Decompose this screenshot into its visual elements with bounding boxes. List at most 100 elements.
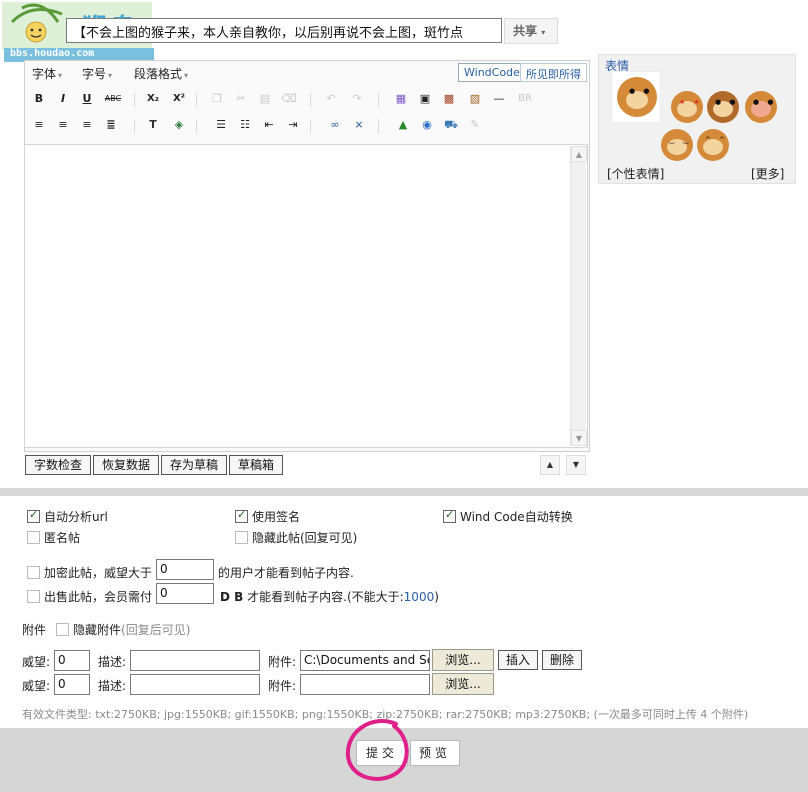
encrypt-option[interactable]: 加密此帖，威望大于 xyxy=(27,564,152,581)
redo-icon[interactable]: ↷ xyxy=(348,90,366,108)
bullet-list-icon[interactable]: ☷ xyxy=(236,116,254,134)
preview-button[interactable]: 预览 xyxy=(410,740,460,766)
undo-icon[interactable]: ↶ xyxy=(322,90,340,108)
paragraph-dropdown[interactable]: 段落格式 xyxy=(134,65,188,82)
toolbar-divider xyxy=(378,93,379,107)
auto-windcode-option[interactable]: Wind Code自动转换 xyxy=(443,508,573,525)
expand-up-icon[interactable]: ▲ xyxy=(540,455,560,475)
toolbar-divider xyxy=(196,93,197,107)
scroll-up-icon[interactable]: ▲ xyxy=(571,146,587,162)
checkbox[interactable] xyxy=(27,531,40,544)
insert-page-icon[interactable]: ▦ xyxy=(392,90,410,108)
custom-emoticons-link[interactable]: [个性表情] xyxy=(607,165,664,182)
insert-attachment-button[interactable]: 插入 xyxy=(498,650,538,670)
line-break-button[interactable]: BR xyxy=(514,90,536,108)
monkey-angry-emoticon[interactable]: ● ● xyxy=(745,91,777,123)
cart-icon[interactable]: ⛟ xyxy=(442,116,460,134)
restore-data-button[interactable]: 恢复数据 xyxy=(93,455,159,475)
toolbar-divider xyxy=(378,119,379,133)
attachment-description-input[interactable] xyxy=(130,674,260,695)
prestige-label: 威望: xyxy=(22,679,51,693)
save-draft-button[interactable]: 存为草稿 xyxy=(161,455,227,475)
justify-icon[interactable]: ≣ xyxy=(102,116,120,134)
use-signature-option[interactable]: 使用签名 xyxy=(235,508,300,525)
sell-option[interactable]: 出售此帖，会员需付 xyxy=(27,588,152,605)
expand-down-icon[interactable]: ▼ xyxy=(566,455,586,475)
toolbar-row-1: B I U ABC X₂ X² ❐ ✂ ▤ ⌫ ↶ ↷ ▦ ▣ ▩ ▧ — BR xyxy=(30,90,570,112)
align-right-icon[interactable]: ≡ xyxy=(78,116,96,134)
attachment-description-input[interactable] xyxy=(130,650,260,671)
toolbar-row-2: ≡ ≡ ≡ ≣ T ◈ ☰ ☷ ⇤ ⇥ ∞ ⨯ ▲ ◉ ⛟ ✎ xyxy=(30,116,570,138)
align-center-icon[interactable]: ≡ xyxy=(54,116,72,134)
highlight-circle-annotation xyxy=(345,718,409,781)
font-dropdown[interactable]: 字体 xyxy=(32,65,62,82)
align-left-icon[interactable]: ≡ xyxy=(30,116,48,134)
monkey-think-emoticon[interactable]: ‿ ‿ xyxy=(661,129,693,161)
document-icon[interactable]: ▣ xyxy=(416,90,434,108)
hide-post-option[interactable]: 隐藏此帖(回复可见) xyxy=(235,529,357,546)
editor-top-toolbar: 字体 字号 段落格式 WindCode 所见即所得 xyxy=(24,60,590,84)
text-color-icon[interactable]: T xyxy=(144,116,162,134)
share-button[interactable]: 共享 ▾ xyxy=(504,18,558,44)
link-icon[interactable]: ∞ xyxy=(326,116,344,134)
eraser-icon[interactable]: ⌫ xyxy=(280,90,298,108)
checkbox[interactable] xyxy=(27,590,40,603)
checkbox-checked[interactable] xyxy=(235,508,248,523)
draft-box-button[interactable]: 草稿箱 xyxy=(229,455,283,475)
attachment-file-input[interactable]: C:\Documents and Sett xyxy=(300,650,430,671)
tab-wysiwyg[interactable]: 所见即所得 xyxy=(520,63,587,82)
browse-button[interactable]: 浏览... xyxy=(432,673,494,695)
anonymous-option[interactable]: 匿名帖 xyxy=(27,529,80,546)
subscript-button[interactable]: X₂ xyxy=(144,90,162,108)
numbered-list-icon[interactable]: ☰ xyxy=(212,116,230,134)
encrypt-prestige-input[interactable]: 0 xyxy=(156,559,214,580)
italic-button[interactable]: I xyxy=(54,90,72,108)
scroll-down-icon[interactable]: ▼ xyxy=(571,430,587,446)
indent-icon[interactable]: ⇥ xyxy=(284,116,302,134)
toolbar-divider xyxy=(310,93,311,107)
code-icon[interactable]: ▧ xyxy=(466,90,484,108)
checkbox[interactable] xyxy=(27,566,40,579)
table-icon[interactable]: ▩ xyxy=(440,90,458,108)
prestige-label: 威望: xyxy=(22,655,51,669)
editor-scrollbar[interactable]: ▲ ▼ xyxy=(570,146,587,446)
checkbox[interactable] xyxy=(56,623,69,636)
browse-button[interactable]: 浏览... xyxy=(432,649,494,671)
unlink-icon[interactable]: ⨯ xyxy=(350,116,368,134)
toolbar-divider xyxy=(134,119,135,133)
checkbox[interactable] xyxy=(235,531,248,544)
word-count-button[interactable]: 字数检查 xyxy=(25,455,91,475)
paste-icon[interactable]: ▤ xyxy=(256,90,274,108)
monkey-fight-emoticon[interactable]: ● ● xyxy=(707,91,739,123)
copy-icon[interactable]: ❐ xyxy=(208,90,226,108)
post-title-input[interactable]: 【不会上图的猴子来，本人亲自教你，以后别再说不会上图，斑竹点 xyxy=(66,18,502,43)
more-emoticons-link[interactable]: [更多] xyxy=(751,165,784,182)
superscript-button[interactable]: X² xyxy=(170,90,188,108)
sell-price-input[interactable]: 0 xyxy=(156,583,214,604)
background-color-icon[interactable]: ◈ xyxy=(170,116,188,134)
hide-attachment-option[interactable]: 隐藏附件(回复后可见) xyxy=(56,621,190,638)
monkey-laugh-emoticon[interactable]: ^ ^ xyxy=(697,129,729,161)
underline-button[interactable]: U xyxy=(78,90,96,108)
bold-button[interactable]: B xyxy=(30,90,48,108)
monkey-star-emoticon[interactable]: ★ ★ xyxy=(671,91,703,123)
strike-button[interactable]: ABC xyxy=(102,90,124,108)
monkey-emoticon[interactable]: ● ● xyxy=(617,77,657,117)
outdent-icon[interactable]: ⇤ xyxy=(260,116,278,134)
image-icon[interactable]: ▲ xyxy=(394,116,412,134)
attachment-file-input[interactable] xyxy=(300,674,430,695)
attachment-prestige-input[interactable]: 0 xyxy=(54,674,90,695)
checkbox-checked[interactable] xyxy=(443,508,456,523)
post-content-textarea[interactable] xyxy=(24,144,588,448)
delete-attachment-button[interactable]: 删除 xyxy=(542,650,582,670)
size-dropdown[interactable]: 字号 xyxy=(82,65,112,82)
horizontal-rule-icon[interactable]: — xyxy=(490,90,508,108)
cut-icon[interactable]: ✂ xyxy=(232,90,250,108)
flash-icon[interactable]: ◉ xyxy=(418,116,436,134)
edit-icon[interactable]: ✎ xyxy=(466,116,484,134)
attachment-prestige-input[interactable]: 0 xyxy=(54,650,90,671)
description-label: 描述: xyxy=(98,655,127,669)
tab-windcode[interactable]: WindCode xyxy=(458,63,526,82)
checkbox-checked[interactable] xyxy=(27,508,40,523)
auto-url-option[interactable]: 自动分析url xyxy=(27,508,108,525)
